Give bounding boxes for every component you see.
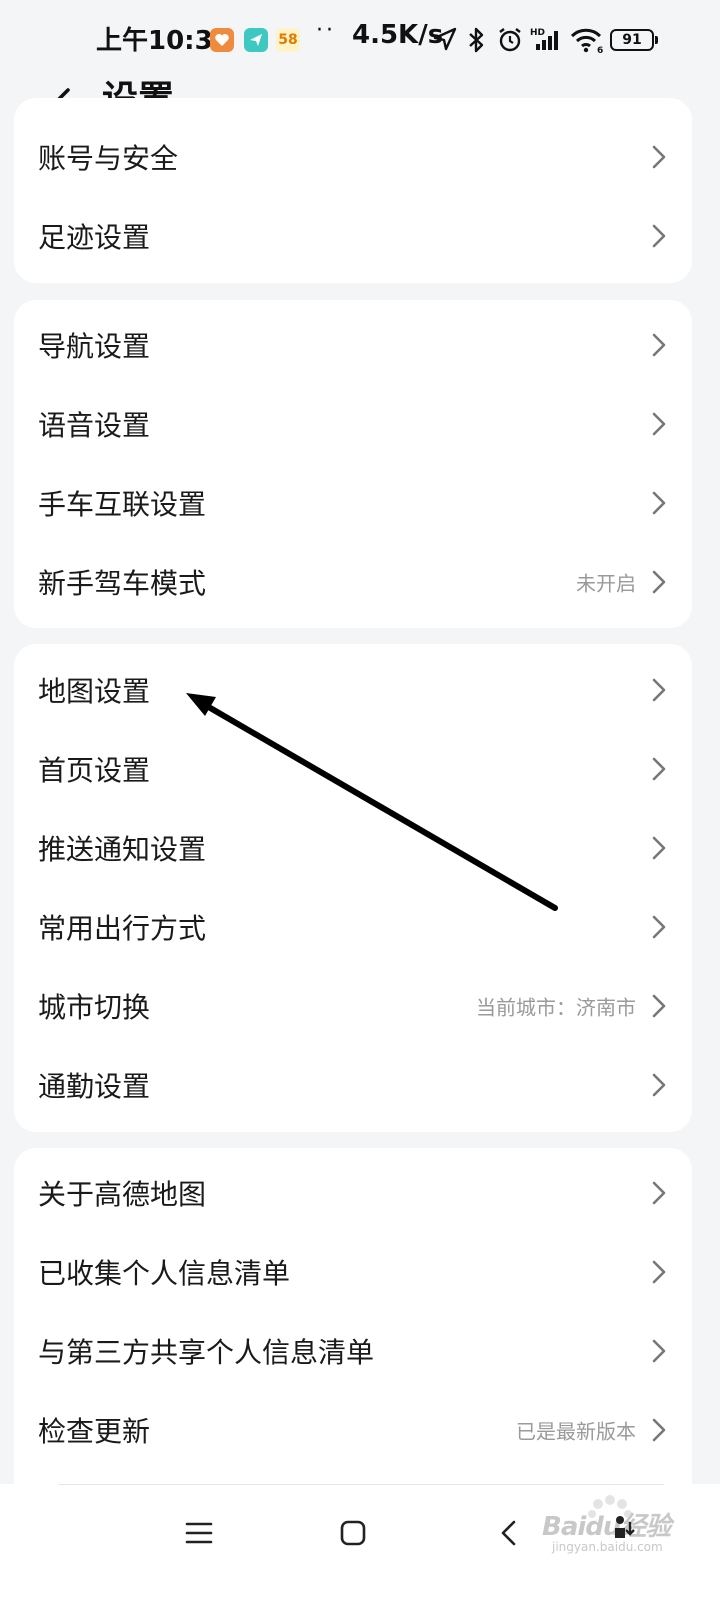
row-value: 未开启 — [576, 571, 636, 595]
person-download-icon — [615, 1516, 635, 1538]
chevron-right-icon — [652, 1418, 666, 1441]
nav-divider — [58, 1484, 664, 1485]
row-label: 检查更新 — [38, 1414, 151, 1448]
settings-row-push[interactable]: 推送通知设置 — [14, 808, 692, 887]
chevron-right-icon — [652, 491, 666, 514]
chevron-right-icon — [652, 224, 666, 247]
row-label: 导航设置 — [38, 329, 151, 363]
hd-signal-icon: HD — [530, 26, 562, 58]
row-label: 通勤设置 — [38, 1069, 151, 1103]
settings-row-account-security[interactable]: 账号与安全 — [14, 117, 692, 196]
58-app-icon: 58 — [276, 28, 300, 52]
row-label: 与第三方共享个人信息清单 — [38, 1335, 375, 1369]
menu-icon — [185, 1522, 213, 1544]
row-label: 足迹设置 — [38, 220, 151, 254]
send-app-icon — [244, 28, 268, 52]
settings-section-about: 关于高德地图 已收集个人信息清单 与第三方共享个人信息清单 检查更新 已是最新版… — [14, 1148, 692, 1528]
watermark-url: jingyan.baidu.com — [552, 1540, 663, 1554]
chevron-right-icon — [652, 994, 666, 1017]
row-label: 新手驾车模式 — [38, 566, 207, 600]
wifi-icon: 6 — [570, 26, 604, 58]
watermark-text: Baidu经验 — [542, 1512, 671, 1542]
row-label: 关于高德地图 — [38, 1177, 207, 1211]
row-value: 已是最新版本 — [516, 1419, 636, 1443]
settings-row-travel-mode[interactable]: 常用出行方式 — [14, 887, 692, 966]
settings-row-about[interactable]: 关于高德地图 — [14, 1153, 692, 1232]
status-dots: ·· — [316, 18, 336, 43]
settings-row-commute[interactable]: 通勤设置 — [14, 1045, 692, 1124]
chevron-right-icon — [652, 1181, 666, 1204]
battery-indicator: 91 — [610, 29, 658, 51]
screen: 上午10:38 58 ·· 4.5K/s HD 6 91 设置 — [0, 0, 720, 1600]
settings-row-car-connect[interactable]: 手车互联设置 — [14, 463, 692, 542]
settings-row-home[interactable]: 首页设置 — [14, 729, 692, 808]
home-button[interactable] — [328, 1508, 378, 1558]
home-square-icon — [340, 1520, 366, 1546]
alarm-icon — [496, 26, 524, 58]
network-speed: 4.5K/s — [352, 20, 444, 50]
settings-row-city[interactable]: 城市切换 当前城市：济南市 — [14, 966, 692, 1045]
settings-row-shared-info[interactable]: 与第三方共享个人信息清单 — [14, 1311, 692, 1390]
row-label: 手车互联设置 — [38, 487, 207, 521]
settings-row-navigation[interactable]: 导航设置 — [14, 305, 692, 384]
settings-section-account: 账号与安全 足迹设置 — [14, 98, 692, 283]
settings-row-map[interactable]: 地图设置 — [14, 650, 692, 729]
chevron-right-icon — [652, 570, 666, 593]
chevron-right-icon — [652, 1339, 666, 1362]
settings-row-footprint[interactable]: 足迹设置 — [14, 196, 692, 275]
row-label: 已收集个人信息清单 — [38, 1256, 291, 1290]
svg-text:6: 6 — [597, 46, 603, 54]
row-label: 语音设置 — [38, 408, 151, 442]
back-nav-button[interactable] — [484, 1508, 534, 1558]
settings-section-driving: 导航设置 语音设置 手车互联设置 新手驾车模式 未开启 — [14, 300, 692, 628]
chevron-right-icon — [652, 1260, 666, 1283]
row-value: 当前城市：济南市 — [476, 995, 636, 1019]
chevron-right-icon — [652, 333, 666, 356]
row-label: 常用出行方式 — [38, 911, 207, 945]
bluetooth-icon — [464, 26, 488, 58]
chevron-right-icon — [652, 1073, 666, 1096]
settings-row-novice-mode[interactable]: 新手驾车模式 未开启 — [14, 542, 692, 621]
settings-section-map: 地图设置 首页设置 推送通知设置 常用出行方式 城市切换 当前城市：济南市 通勤… — [14, 644, 692, 1132]
chevron-right-icon — [652, 757, 666, 780]
chevron-right-icon — [652, 836, 666, 859]
settings-row-voice[interactable]: 语音设置 — [14, 384, 692, 463]
chevron-right-icon — [652, 915, 666, 938]
row-label: 地图设置 — [38, 674, 151, 708]
row-label: 账号与安全 — [38, 141, 179, 175]
menu-button[interactable] — [174, 1508, 224, 1558]
settings-row-collected-info[interactable]: 已收集个人信息清单 — [14, 1232, 692, 1311]
heart-app-icon — [210, 28, 234, 52]
back-nav-icon — [501, 1520, 516, 1546]
location-icon — [432, 26, 458, 56]
row-label: 首页设置 — [38, 753, 151, 787]
svg-text:HD: HD — [530, 28, 545, 38]
status-bar: 上午10:38 58 ·· 4.5K/s HD 6 91 — [0, 0, 720, 80]
row-label: 推送通知设置 — [38, 832, 207, 866]
settings-row-check-update[interactable]: 检查更新 已是最新版本 — [14, 1390, 692, 1469]
row-label: 城市切换 — [38, 990, 151, 1024]
chevron-right-icon — [652, 145, 666, 168]
chevron-right-icon — [652, 678, 666, 701]
chevron-right-icon — [652, 412, 666, 435]
